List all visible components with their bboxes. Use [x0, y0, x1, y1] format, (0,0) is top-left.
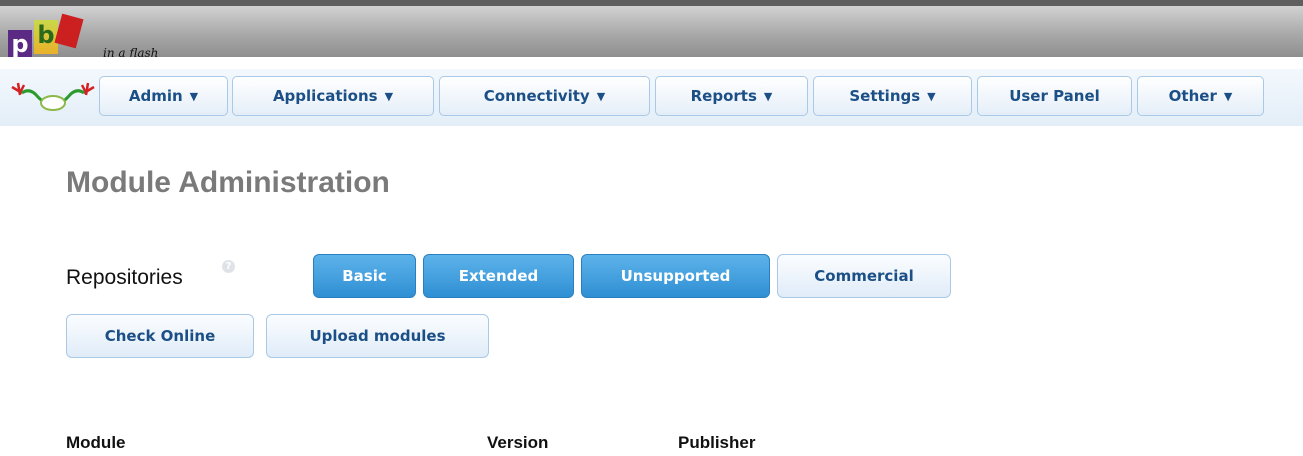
- column-header-version: Version: [487, 433, 549, 452]
- caret-down-icon: ▼: [384, 89, 394, 103]
- caret-down-icon: ▼: [189, 89, 199, 103]
- column-header-publisher: Publisher: [678, 433, 756, 452]
- top-banner: p b in a flash: [0, 0, 1303, 60]
- repo-basic-button[interactable]: Basic: [313, 254, 416, 298]
- nav-applications[interactable]: Applications ▼: [232, 76, 434, 116]
- frog-logo-icon[interactable]: [8, 79, 98, 113]
- repo-extended-button[interactable]: Extended: [423, 254, 574, 298]
- help-icon[interactable]: ?: [222, 260, 235, 273]
- caret-down-icon: ▼: [1223, 89, 1233, 103]
- column-header-module: Module: [66, 433, 126, 452]
- nav-settings[interactable]: Settings ▼: [813, 76, 972, 116]
- nav-connectivity[interactable]: Connectivity ▼: [439, 76, 650, 116]
- page-title: Module Administration: [66, 166, 390, 199]
- caret-down-icon: ▼: [596, 89, 606, 103]
- repo-unsupported-button[interactable]: Unsupported: [581, 254, 770, 298]
- repo-commercial-button[interactable]: Commercial: [777, 254, 951, 298]
- app-logo: p b in a flash: [6, 13, 206, 60]
- nav-user-panel[interactable]: User Panel: [977, 76, 1132, 116]
- caret-down-icon: ▼: [927, 89, 936, 103]
- nav-admin[interactable]: Admin ▼: [99, 76, 228, 116]
- check-online-button[interactable]: Check Online: [66, 314, 254, 358]
- main-nav: Admin ▼ Applications ▼ Connectivity ▼ Repor…: [0, 69, 1303, 126]
- nav-other[interactable]: Other ▼: [1137, 76, 1264, 116]
- nav-reports[interactable]: Reports ▼: [655, 76, 808, 116]
- upload-modules-button[interactable]: Upload modules: [266, 314, 489, 358]
- banner-spacer: [0, 57, 1303, 69]
- repositories-label: Repositories: [66, 266, 183, 289]
- caret-down-icon: ▼: [763, 89, 773, 103]
